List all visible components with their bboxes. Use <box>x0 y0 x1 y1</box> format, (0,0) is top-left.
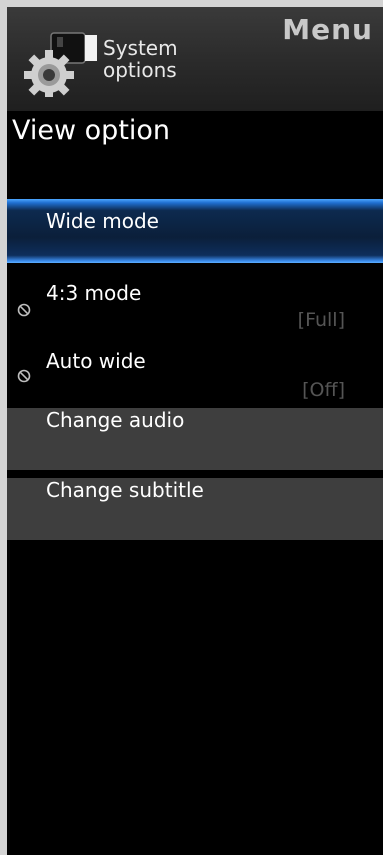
menu-item-value: [Off] <box>302 379 345 401</box>
menu-item-wide-mode[interactable]: Wide mode <box>7 199 383 263</box>
menu-header: System options Menu <box>7 7 383 111</box>
menu-item-label: Change audio <box>46 408 185 432</box>
menu-item-auto-wide[interactable]: Auto wide [Off] <box>7 333 383 407</box>
menu-item-label: 4:3 mode <box>46 281 142 305</box>
menu-item-change-subtitle[interactable]: Change subtitle <box>7 478 383 540</box>
menu-panel: System options Menu View option Wide mod… <box>7 7 383 855</box>
page-title: View option <box>12 115 171 146</box>
section-title-line1: System <box>103 36 178 60</box>
menu-item-change-audio[interactable]: Change audio <box>7 408 383 470</box>
menu-item-label: Wide mode <box>46 209 159 233</box>
menu-item-label: Change subtitle <box>46 478 204 502</box>
menu-item-label: Auto wide <box>46 349 146 373</box>
section-title: System options <box>103 37 178 81</box>
prohibited-icon <box>17 303 31 317</box>
section-title-line2: options <box>103 58 177 82</box>
menu-item-4-3-mode[interactable]: 4:3 mode [Full] <box>7 263 383 333</box>
menu-item-value: [Full] <box>297 309 345 331</box>
menu-title: Menu <box>282 13 373 46</box>
gear-projector-icon <box>24 32 97 97</box>
prohibited-icon <box>17 369 31 383</box>
